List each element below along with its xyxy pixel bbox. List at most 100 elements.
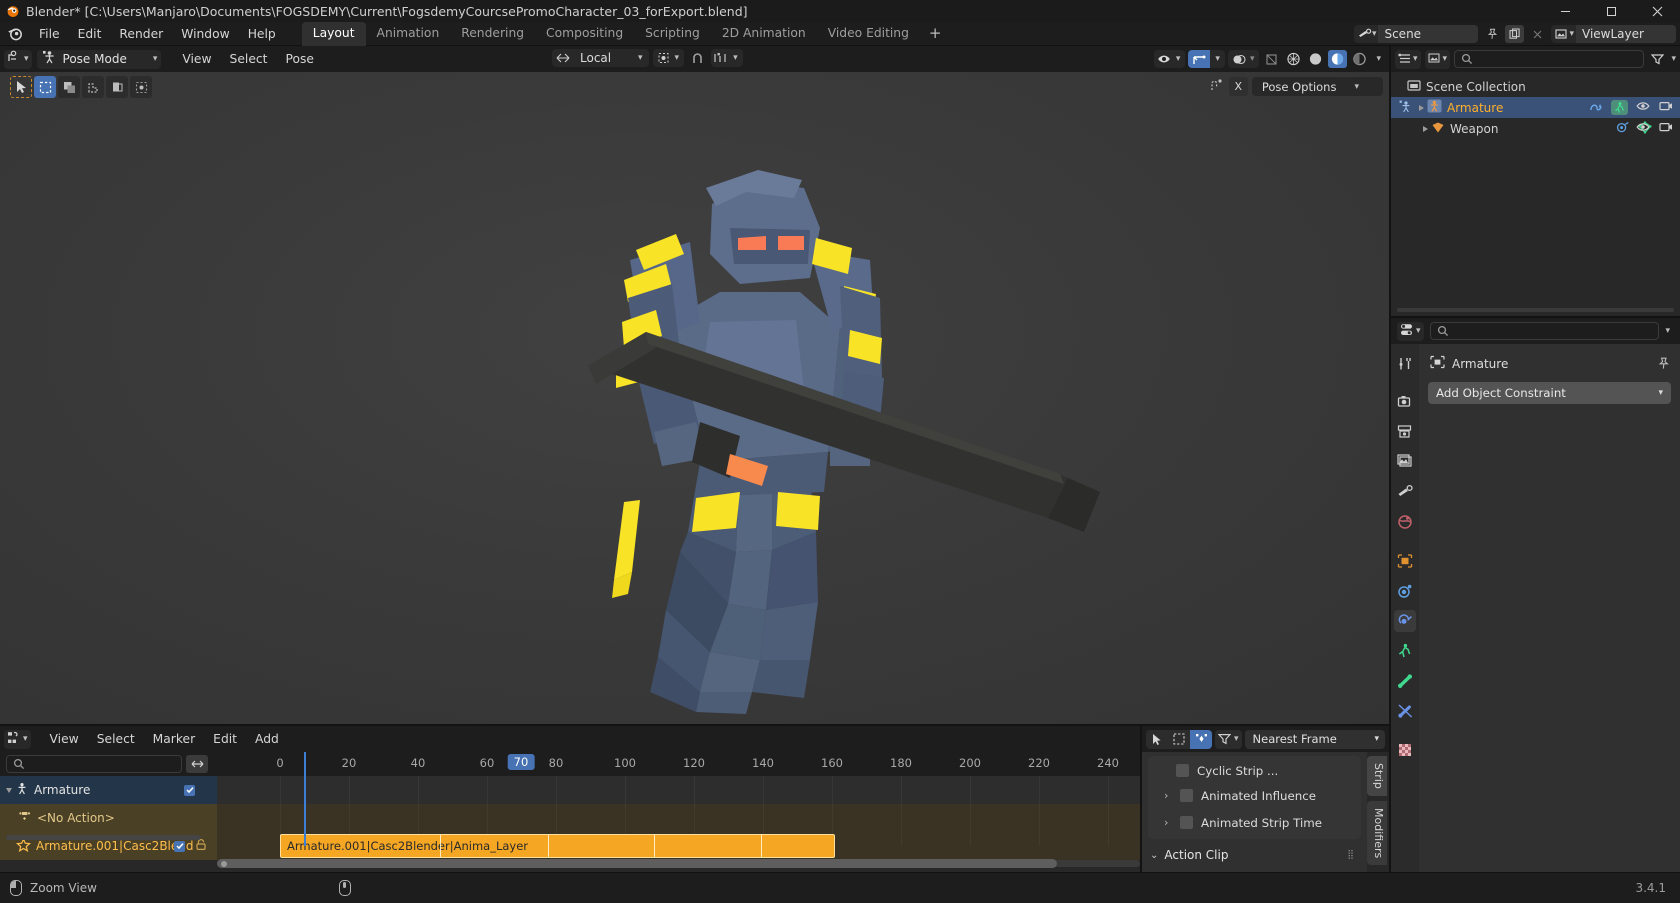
minimize-button[interactable] [1542, 0, 1588, 22]
outliner-display-mode[interactable]: ▾ [1424, 49, 1451, 69]
channel-armature[interactable]: Armature [0, 776, 217, 804]
tab-render-icon[interactable] [1394, 391, 1416, 413]
pivot-point-selector[interactable]: ▾ [652, 49, 685, 67]
tab-rendering[interactable]: Rendering [450, 22, 535, 46]
collapse-arrow-icon[interactable] [6, 787, 12, 793]
menu-window[interactable]: Window [172, 23, 239, 45]
nla-strip[interactable]: Armature.001|Casc2Blender|Anima_Layer [280, 834, 835, 858]
close-button[interactable] [1634, 0, 1680, 22]
nla-horizontal-scrollbar[interactable] [217, 858, 1140, 868]
properties-pin-icon[interactable] [1657, 355, 1670, 374]
scene-name[interactable]: Scene [1378, 25, 1479, 43]
disable-in-render-icon[interactable] [1659, 121, 1673, 136]
snap-mode-dropdown[interactable]: Nearest Frame ▾ [1244, 729, 1385, 749]
nla-strip-panel[interactable]: Cyclic Strip ... › Animated Influence › … [1142, 752, 1367, 872]
nla-editor[interactable]: ▾ View Select Marker Edit Add 0 20 40 60 [0, 724, 1140, 872]
animated-influence-checkbox[interactable] [1180, 789, 1193, 802]
properties-editor-type-button[interactable]: ▾ [1397, 321, 1424, 341]
shading-material-icon[interactable] [1328, 50, 1348, 68]
expand-arrow-icon[interactable] [1419, 104, 1424, 111]
modifier-icon[interactable] [1616, 121, 1630, 137]
new-scene-icon[interactable] [1505, 25, 1525, 43]
outliner-filter-chevron-icon[interactable]: ▾ [1671, 54, 1676, 64]
animated-strip-time-checkbox[interactable] [1180, 816, 1193, 829]
expand-arrow-icon[interactable]: › [1164, 789, 1172, 802]
tool-select-box[interactable] [34, 76, 56, 98]
viewport-menu-pose[interactable]: Pose [276, 50, 322, 68]
expand-arrow-icon[interactable] [1423, 125, 1428, 132]
tab-object-constraint-icon[interactable] [1394, 610, 1416, 632]
hide-in-viewport-icon[interactable] [1636, 100, 1651, 115]
viewport-menu-view[interactable]: View [173, 50, 220, 68]
tab-output-icon[interactable] [1394, 421, 1416, 443]
shading-solid-icon[interactable] [1306, 50, 1325, 68]
tweak-mode-icon[interactable] [1146, 730, 1168, 749]
menu-help[interactable]: Help [239, 23, 285, 45]
tab-bone-icon[interactable] [1394, 670, 1416, 692]
tab-animation[interactable]: Animation [366, 22, 451, 46]
tab-bone-constraint-icon[interactable] [1394, 700, 1416, 722]
pin-scene-icon[interactable] [1482, 25, 1501, 43]
tab-texture-icon[interactable] [1394, 739, 1416, 761]
nla-menu-view[interactable]: View [41, 730, 88, 748]
add-workspace-button[interactable]: + [920, 25, 951, 42]
snapping-toggle-icon[interactable] [1190, 729, 1212, 749]
nla-menu-select[interactable]: Select [88, 730, 144, 748]
tool-tweak[interactable] [10, 76, 32, 98]
nla-menu-add[interactable]: Add [246, 730, 288, 748]
tab-scripting[interactable]: Scripting [634, 22, 711, 46]
xray-toggle-icon[interactable] [1262, 50, 1281, 68]
nla-sort-toggle-icon[interactable] [186, 755, 208, 773]
tab-layout[interactable]: Layout [301, 21, 366, 46]
menu-render[interactable]: Render [110, 23, 172, 45]
outliner-scene-collection[interactable]: Scene Collection [1391, 76, 1680, 97]
clear-pose-icon[interactable] [1209, 77, 1225, 96]
action-clip-section-header[interactable]: ⌄ Action Clip ⣿ [1142, 841, 1367, 869]
properties-editor[interactable]: ▾ ▾ Armature Add Object Constraint ▾ [1389, 316, 1680, 874]
viewport-menu-select[interactable]: Select [221, 50, 277, 68]
cyclic-strip-row[interactable]: Cyclic Strip ... [1148, 759, 1361, 782]
properties-search-input[interactable] [1429, 322, 1660, 340]
channel-armature-checkbox[interactable] [184, 784, 195, 796]
visibility-selector[interactable]: ▾ [1153, 50, 1186, 68]
outliner-item-armature[interactable]: Armature [1391, 97, 1680, 118]
vtab-strip[interactable]: Strip [1367, 756, 1387, 796]
properties-options-chevron-icon[interactable]: ▾ [1665, 326, 1674, 336]
delete-scene-icon[interactable] [1528, 25, 1547, 43]
channel-list-scrollbar[interactable] [6, 835, 201, 840]
disable-in-render-icon[interactable] [1659, 100, 1673, 115]
tab-scene-icon[interactable] [1394, 481, 1416, 503]
snap-magnet-icon[interactable] [688, 49, 707, 67]
cyclic-strip-checkbox[interactable] [1176, 764, 1189, 777]
select-box-icon[interactable] [1168, 730, 1190, 749]
current-frame-indicator[interactable]: 70 [507, 754, 535, 770]
outliner-search-input[interactable] [1454, 50, 1645, 68]
tab-tool-icon[interactable] [1394, 352, 1416, 374]
transform-orientation-selector[interactable]: Local ▾ [552, 49, 649, 67]
outliner-item-weapon[interactable]: Weapon [1391, 118, 1680, 139]
vtab-modifiers[interactable]: Modifiers [1367, 800, 1387, 866]
tab-view-layer-icon[interactable] [1394, 451, 1416, 473]
pose-x-button[interactable]: X [1228, 77, 1248, 96]
viewport-canvas[interactable] [0, 72, 1389, 724]
blender-menu-icon[interactable] [0, 26, 30, 41]
shading-wireframe-icon[interactable] [1284, 50, 1303, 68]
tab-object-icon[interactable] [1394, 550, 1416, 572]
overlays-toggle[interactable]: ▾ [1227, 50, 1260, 68]
viewport-3d[interactable]: ▾ Pose Mode ▾ View Select Pose Local ▾ ▾… [0, 46, 1389, 724]
tool-rotate[interactable] [82, 76, 104, 98]
menu-edit[interactable]: Edit [69, 23, 111, 45]
expand-arrow-icon[interactable]: › [1164, 816, 1172, 829]
tab-compositing[interactable]: Compositing [535, 22, 634, 46]
channel-track-checkbox[interactable] [174, 840, 185, 852]
menu-file[interactable]: File [30, 23, 69, 45]
add-object-constraint-dropdown[interactable]: Add Object Constraint ▾ [1428, 382, 1671, 404]
pose-options-dropdown[interactable]: Pose Options ▾ [1251, 77, 1383, 96]
outliner-editor-type-button[interactable]: ▾ [1395, 49, 1421, 69]
animation-data-icon[interactable] [1589, 100, 1603, 116]
animated-influence-row[interactable]: › Animated Influence [1148, 782, 1361, 809]
drag-handle-icon[interactable]: ⣿ [1347, 850, 1355, 860]
channel-track-lock-icon[interactable] [195, 838, 207, 854]
scene-selector[interactable]: ▾ Scene [1353, 25, 1479, 43]
channel-no-action[interactable]: <No Action> [0, 804, 217, 832]
